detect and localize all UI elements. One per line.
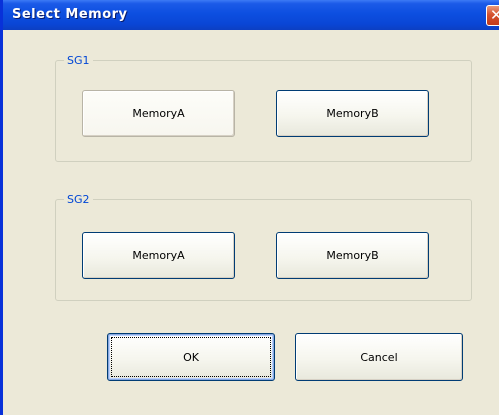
- sg1-memory-a-button[interactable]: MemoryA: [82, 90, 235, 137]
- sg1-memory-a-label: MemoryA: [132, 107, 185, 120]
- sg2-memory-b-button[interactable]: MemoryB: [276, 232, 429, 279]
- sg1-memory-b-button[interactable]: MemoryB: [276, 90, 429, 137]
- cancel-button[interactable]: Cancel: [295, 333, 463, 381]
- title-bar[interactable]: Select Memory ✕: [3, 0, 499, 30]
- close-button[interactable]: ✕: [486, 5, 499, 26]
- ok-label: OK: [183, 350, 199, 364]
- sg2-memory-a-label: MemoryA: [132, 249, 185, 262]
- window-title: Select Memory: [12, 7, 128, 22]
- sg1-memory-b-label: MemoryB: [326, 107, 379, 120]
- close-icon: ✕: [490, 6, 499, 25]
- sg2-legend: SG2: [67, 193, 90, 206]
- cancel-label: Cancel: [360, 350, 398, 364]
- ok-button[interactable]: OK: [107, 333, 275, 381]
- sg1-legend: SG1: [67, 54, 90, 67]
- sg2-memory-b-label: MemoryB: [326, 249, 379, 262]
- sg2-memory-a-button[interactable]: MemoryA: [82, 232, 235, 279]
